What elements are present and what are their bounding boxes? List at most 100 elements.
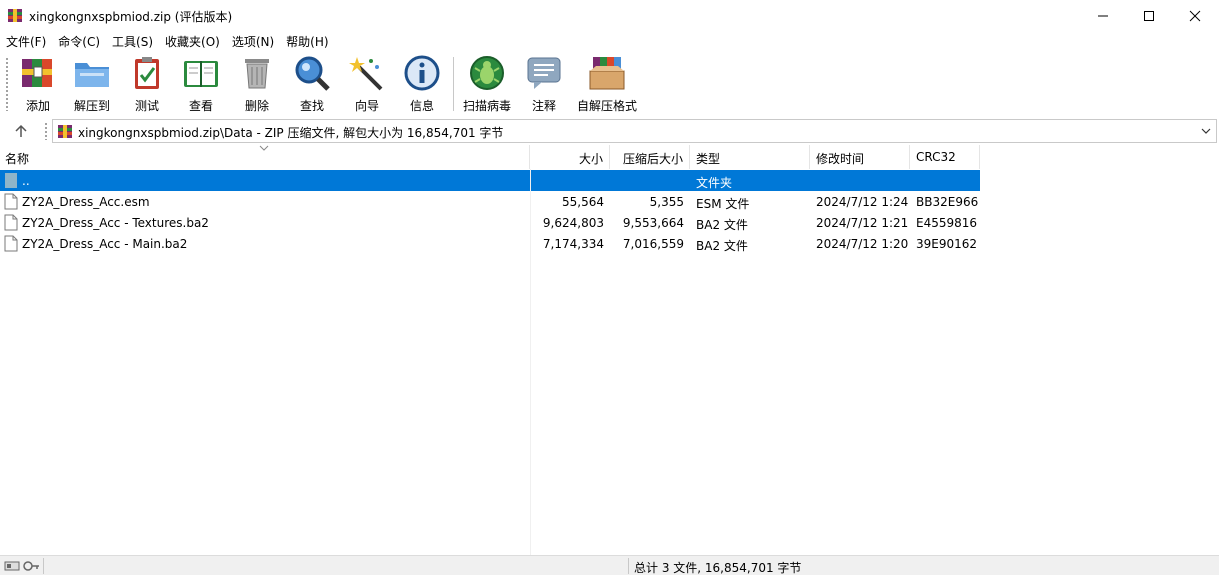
row-packed xyxy=(610,170,684,191)
comment-label: 注释 xyxy=(531,99,556,113)
find-button[interactable]: 查找 xyxy=(292,53,332,115)
table-row-parent[interactable]: .. 文件夹 xyxy=(0,170,980,191)
toolbar: 添加 解压到 测试 查看 删除 查找 向导 信息 扫描病毒 注释 自解压格式 xyxy=(0,51,1219,117)
close-icon xyxy=(1189,10,1201,21)
comment-icon xyxy=(527,57,561,89)
status-separator xyxy=(628,558,629,574)
chevron-down-icon[interactable] xyxy=(1199,124,1213,138)
parent-folder-icon xyxy=(5,173,17,188)
list-header: 名称 大小 压缩后大小 类型 修改时间 CRC32 xyxy=(0,145,980,169)
test-button[interactable]: 测试 xyxy=(127,53,167,115)
maximize-button[interactable] xyxy=(1126,0,1172,31)
zip-archive-icon xyxy=(58,125,72,138)
row-name: ZY2A_Dress_Acc.esm xyxy=(22,195,150,209)
sfx-label: 自解压格式 xyxy=(576,99,637,113)
column-type[interactable]: 类型 xyxy=(690,145,810,169)
add-archive-icon xyxy=(22,59,52,87)
menu-help[interactable]: 帮助(H) xyxy=(280,31,334,51)
file-icon xyxy=(4,193,18,210)
info-label: 信息 xyxy=(409,99,434,113)
menu-file[interactable]: 文件(F) xyxy=(0,31,52,51)
column-divider xyxy=(530,169,531,555)
row-size: 55,564 xyxy=(562,195,604,209)
wizard-label: 向导 xyxy=(354,99,379,113)
column-name[interactable]: 名称 xyxy=(0,145,530,169)
column-packed[interactable]: 压缩后大小 xyxy=(610,145,690,169)
delete-label: 删除 xyxy=(244,99,269,113)
menu-options[interactable]: 选项(N) xyxy=(226,31,280,51)
row-name: ZY2A_Dress_Acc - Textures.ba2 xyxy=(22,216,209,230)
table-row[interactable]: ZY2A_Dress_Acc - Textures.ba2 9,624,803 … xyxy=(0,212,980,233)
menu-commands[interactable]: 命令(C) xyxy=(52,31,106,51)
test-label: 测试 xyxy=(134,99,159,113)
up-folder-button[interactable] xyxy=(8,121,34,141)
sfx-box-icon xyxy=(589,57,625,90)
row-name: ZY2A_Dress_Acc - Main.ba2 xyxy=(22,237,188,251)
column-name-label: 名称 xyxy=(5,152,30,166)
view-book-icon xyxy=(184,61,218,87)
row-type: BA2 文件 xyxy=(696,218,748,232)
row-type: 文件夹 xyxy=(696,176,733,190)
add-button[interactable]: 添加 xyxy=(18,53,58,115)
file-icon xyxy=(4,214,18,231)
sort-chevron-icon xyxy=(259,145,269,151)
menu-favorites[interactable]: 收藏夹(O) xyxy=(159,31,226,51)
row-size xyxy=(530,170,604,191)
row-crc: E4559816 xyxy=(916,216,978,230)
arrow-up-icon xyxy=(15,124,27,137)
table-row[interactable]: ZY2A_Dress_Acc - Main.ba2 7,174,334 7,01… xyxy=(0,233,980,254)
column-crc[interactable]: CRC32 xyxy=(910,145,980,169)
row-size: 7,174,334 xyxy=(542,237,604,251)
row-crc: 39E90162 xyxy=(916,237,978,251)
menu-tools[interactable]: 工具(S) xyxy=(106,31,159,51)
column-size-label: 大小 xyxy=(578,152,603,166)
virus-scan-icon xyxy=(470,56,504,90)
title-bar: xingkongnxspbmiod.zip (评估版本) xyxy=(0,0,1219,31)
magnifier-icon xyxy=(295,56,330,91)
address-bar[interactable]: xingkongnxspbmiod.zip\Data - ZIP 压缩文件, 解… xyxy=(52,119,1217,143)
row-packed: 5,355 xyxy=(649,195,684,209)
info-icon xyxy=(404,55,440,91)
drive-key-icon[interactable] xyxy=(4,559,40,573)
wizard-wand-icon xyxy=(349,57,383,91)
row-modified: 2024/7/12 1:20 xyxy=(816,237,909,251)
maximize-icon xyxy=(1144,10,1154,21)
minimize-button[interactable] xyxy=(1080,0,1126,31)
test-clipboard-icon xyxy=(135,57,159,89)
status-bar: 总计 3 文件, 16,854,701 字节 xyxy=(0,555,1219,575)
column-type-label: 类型 xyxy=(696,152,721,166)
column-crc-label: CRC32 xyxy=(916,150,956,164)
view-label: 查看 xyxy=(188,99,213,113)
comment-button[interactable]: 注释 xyxy=(524,53,564,115)
column-size[interactable]: 大小 xyxy=(530,145,610,169)
row-crc: BB32E966 xyxy=(916,195,979,209)
close-button[interactable] xyxy=(1172,0,1218,31)
extract-folder-icon xyxy=(75,63,109,87)
view-button[interactable]: 查看 xyxy=(181,53,221,115)
winrar-archive-icon xyxy=(8,9,22,22)
minimize-icon xyxy=(1098,15,1108,16)
extract-to-button[interactable]: 解压到 xyxy=(72,53,112,115)
row-modified: 2024/7/12 1:24 xyxy=(816,195,909,209)
toolbar-grip[interactable] xyxy=(5,57,9,111)
delete-button[interactable]: 删除 xyxy=(237,53,277,115)
table-row[interactable]: ZY2A_Dress_Acc.esm 55,564 5,355 ESM 文件 2… xyxy=(0,191,980,212)
sfx-button[interactable]: 自解压格式 xyxy=(576,53,638,115)
virus-scan-button[interactable]: 扫描病毒 xyxy=(462,53,512,115)
menu-bar: 文件(F) 命令(C) 工具(S) 收藏夹(O) 选项(N) 帮助(H) xyxy=(0,31,1219,51)
file-icon xyxy=(4,235,18,252)
window-title: xingkongnxspbmiod.zip (评估版本) xyxy=(29,10,233,24)
column-modified[interactable]: 修改时间 xyxy=(810,145,910,169)
row-packed: 7,016,559 xyxy=(622,237,684,251)
address-row: xingkongnxspbmiod.zip\Data - ZIP 压缩文件, 解… xyxy=(0,117,1219,145)
row-name: .. xyxy=(22,174,30,188)
status-summary: 总计 3 文件, 16,854,701 字节 xyxy=(634,561,802,575)
column-packed-label: 压缩后大小 xyxy=(622,152,683,166)
wizard-button[interactable]: 向导 xyxy=(347,53,387,115)
row-type: BA2 文件 xyxy=(696,239,748,253)
find-label: 查找 xyxy=(299,99,324,113)
info-button[interactable]: 信息 xyxy=(402,53,442,115)
address-path: xingkongnxspbmiod.zip\Data - ZIP 压缩文件, 解… xyxy=(78,126,504,140)
row-type: ESM 文件 xyxy=(696,197,750,211)
status-separator xyxy=(43,558,44,574)
